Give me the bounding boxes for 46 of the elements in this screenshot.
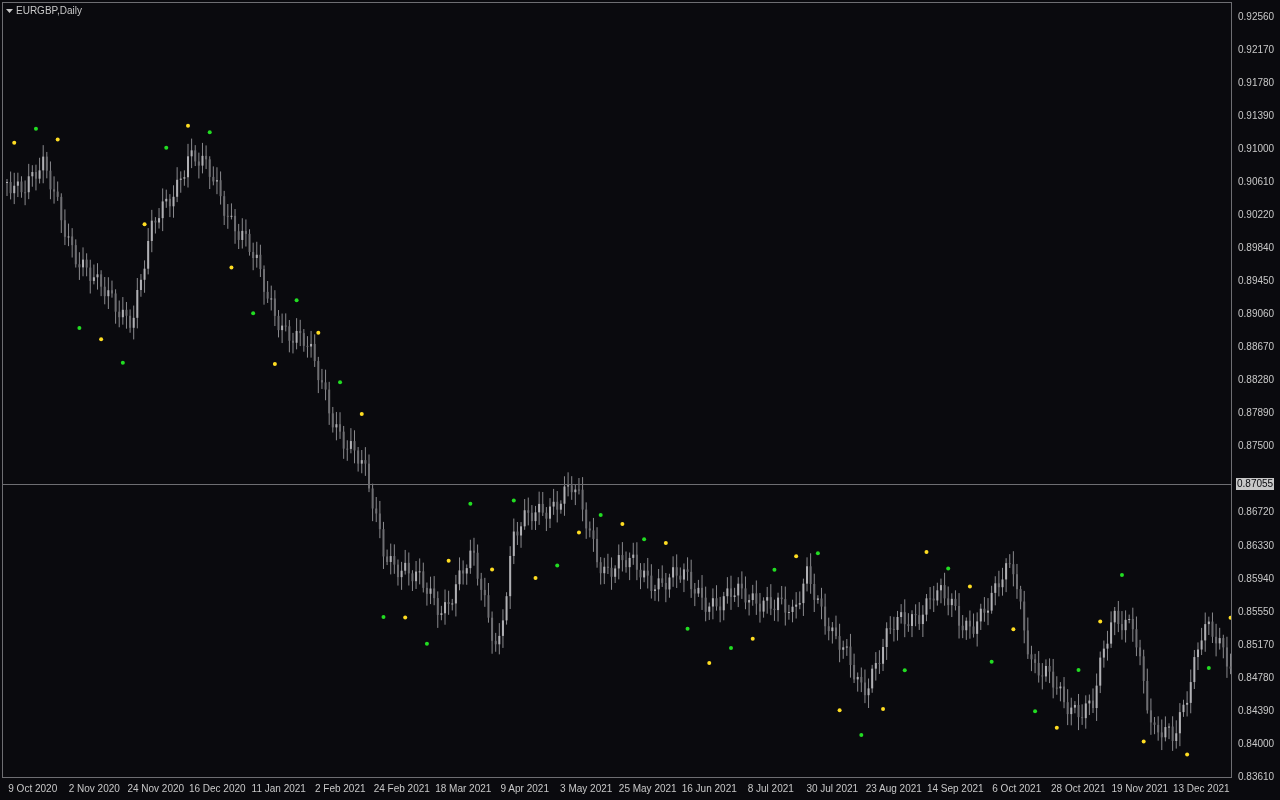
price-axis-label: 0.85550 xyxy=(1238,606,1276,617)
date-axis-label: 19 Nov 2021 xyxy=(1110,781,1170,796)
price-axis-label: 0.89060 xyxy=(1238,309,1276,320)
date-axis-label: 13 Dec 2021 xyxy=(1171,781,1231,796)
price-axis-label: 0.91780 xyxy=(1238,78,1276,89)
price-axis-label: 0.92170 xyxy=(1238,45,1276,56)
price-axis-label: 0.92560 xyxy=(1238,12,1276,22)
price-axis-label: 0.86720 xyxy=(1238,507,1276,518)
date-axis-label: 11 Jan 2021 xyxy=(250,781,307,796)
date-axis-label: 16 Dec 2020 xyxy=(187,781,247,796)
price-axis-label: 0.91390 xyxy=(1238,111,1276,122)
price-axis-label: 0.91000 xyxy=(1238,144,1276,155)
date-axis-label: 28 Oct 2021 xyxy=(1050,781,1107,796)
price-axis-label: 0.89450 xyxy=(1238,276,1276,287)
price-axis-label: 0.84000 xyxy=(1238,738,1276,749)
price-axis-label: 0.87890 xyxy=(1238,408,1276,419)
price-axis-label: 0.84390 xyxy=(1238,705,1276,716)
date-axis-label: 25 May 2021 xyxy=(617,781,678,796)
price-axis-label: 0.89840 xyxy=(1238,243,1276,254)
date-axis-label: 23 Aug 2021 xyxy=(864,781,923,796)
price-axis-label: 0.86330 xyxy=(1238,540,1276,551)
dropdown-icon[interactable] xyxy=(6,9,13,13)
date-axis-label: 24 Feb 2021 xyxy=(372,781,431,796)
price-axis-label: 0.88670 xyxy=(1238,342,1276,353)
date-axis-label: 16 Jun 2021 xyxy=(680,781,738,796)
price-axis-label: 0.88280 xyxy=(1238,375,1276,386)
date-axis-label: 2 Feb 2021 xyxy=(313,781,367,796)
price-axis-label: 0.87500 xyxy=(1238,441,1276,452)
date-axis-label: 18 Mar 2021 xyxy=(434,781,493,796)
date-axis-label: 3 May 2021 xyxy=(559,781,614,796)
date-axis-label: 8 Jul 2021 xyxy=(746,781,795,796)
date-axis-label: 9 Apr 2021 xyxy=(499,781,550,796)
price-axis-label: 0.85940 xyxy=(1238,573,1276,584)
price-axis-label: 0.90610 xyxy=(1238,177,1276,188)
price-axis-label: 0.90220 xyxy=(1238,210,1276,221)
date-axis-label: 30 Jul 2021 xyxy=(805,781,860,796)
date-axis-label: 14 Sep 2021 xyxy=(925,781,985,796)
date-axis-label: 2 Nov 2020 xyxy=(67,781,121,796)
current-price-label: 0.87055 xyxy=(1236,478,1275,490)
price-axis-label: 0.84780 xyxy=(1238,672,1276,683)
price-axis-label: 0.83610 xyxy=(1238,771,1276,782)
date-axis-label: 24 Nov 2020 xyxy=(126,781,186,796)
price-axis-label: 0.85170 xyxy=(1238,639,1276,650)
date-axis-label: 9 Oct 2020 xyxy=(7,781,59,796)
chart-title: EURGBP,Daily xyxy=(16,6,82,16)
date-axis-label: 6 Oct 2021 xyxy=(991,781,1043,796)
